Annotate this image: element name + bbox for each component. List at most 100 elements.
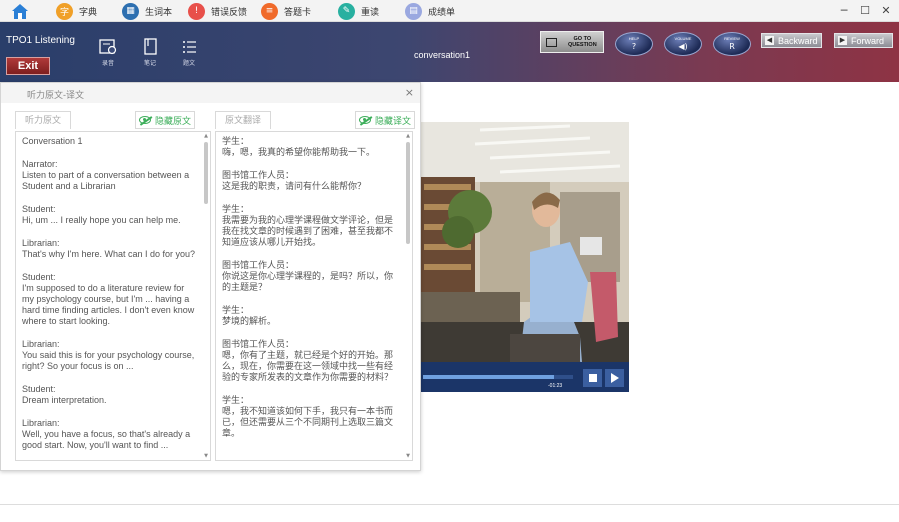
speaker-label: 学生： [222, 204, 250, 214]
dictionary-icon: 字 [56, 2, 73, 20]
speaker-label: 图书馆工作人员： [222, 260, 295, 270]
transcript-line: 你说这是你心理学课程的，是吗？所以，你的主题是？ [222, 271, 394, 292]
transcript-paragraph: Librarian: You said this is for your psyc… [22, 339, 198, 372]
app-window: 字字典 ▦ 生词本! 错误反馈 ≡ 答题卡 ✎ 重读 ▤ 成绩单 ─ ☐ ✕ TPO1 Liste… [0, 0, 899, 522]
transcript-line: Listen to part of a conversation between… [22, 170, 190, 191]
translation-text: 学生： 嗨，嗯，我真的希望你能帮助我一下。 图书馆工作人员： 这是我的职责，请问有什么… [222, 136, 400, 451]
transcript-icon: ▤ [405, 2, 422, 20]
go-to-question-button[interactable]: GO TO QUESTION [540, 31, 604, 53]
app-tab-label: 生词本 [145, 6, 173, 17]
stop-button[interactable] [583, 369, 602, 387]
transcript-line: I'm supposed to do a literature review f… [22, 283, 195, 326]
go-to-question-icon [546, 37, 557, 47]
notes-label: 笔记 [143, 61, 156, 67]
hide-eye-icon [138, 116, 151, 124]
transcript-line: 嗯，我不知道该如何下手，我只有一本书而已，但还需要从三个不同期刊上选取三篇文章。 [222, 406, 394, 438]
transcript-line: That's why I'm here. What can I do for y… [22, 249, 196, 259]
backward-button[interactable]: ◀ Backward [761, 33, 822, 48]
app-tab[interactable]: ≡ 答题卡 [261, 2, 311, 20]
answer-card-icon: ≡ [261, 2, 278, 20]
scroll-up-icon[interactable]: ▲ [405, 133, 411, 139]
help-icon: ? [631, 42, 637, 51]
translation-scrollbar[interactable] [406, 142, 410, 244]
transcript-paragraph: 学生： 嗯，我不知道该如何下手，我只有一本书而已，但还需要从三个不同期刊上选取三篇… [222, 395, 400, 439]
test-header: TPO1 Listening Exit 录音 笔记 题文 conversatio… [0, 22, 899, 82]
help-button[interactable]: HELP ? [615, 32, 653, 56]
play-button[interactable] [605, 369, 624, 387]
error-feedback-icon: ! [188, 2, 205, 20]
transcript-line: Dream interpretation. [22, 395, 107, 405]
speaker-label: 图书馆工作人员： [222, 339, 295, 349]
play-icon [611, 373, 619, 383]
volume-button[interactable]: VOLUME ◀) [664, 32, 702, 56]
dialog-close-button[interactable]: × [405, 86, 414, 99]
app-tab-label: 答题卡 [284, 6, 312, 17]
hide-translation-label: 隐藏译文 [374, 115, 411, 126]
speaker-label: 图书馆工作人员： [222, 170, 295, 180]
divider [0, 504, 899, 505]
scroll-up-icon[interactable]: ▲ [203, 133, 209, 139]
recorder-label: 录音 [101, 61, 114, 67]
speaker-label: Student: [22, 272, 56, 282]
translation-text-pane[interactable]: 学生： 嗨，嗯，我真的希望你能帮助我一下。 图书馆工作人员： 这是我的职责，请问有什么… [215, 131, 413, 461]
transcript-paragraph: Librarian: That's why I'm here. What can … [22, 238, 198, 260]
exit-button[interactable]: Exit [6, 57, 50, 75]
app-tab[interactable]: ! 错误反馈 [188, 2, 247, 20]
hide-original-label: 隐藏原文 [154, 115, 191, 126]
video-controls: -01:23 [420, 362, 629, 392]
transcript-paragraph: Student: Hi, um ... I really hope you can… [22, 204, 198, 226]
review-button[interactable]: REVIEW R [713, 32, 751, 56]
original-tab[interactable]: 听力原文 [15, 111, 71, 129]
speaker-label: Student: [22, 384, 56, 394]
scroll-down-icon[interactable]: ▼ [405, 453, 411, 459]
question-text-label: 题文 [182, 61, 195, 67]
transcript-paragraph: 学生： 我需要为我的心理学课程做文学评论，但是我在找文章的时候遇到了困难，甚至我都… [222, 204, 400, 248]
speaker-label: 学生： [222, 305, 250, 315]
speaker-label: 学生： [222, 136, 250, 146]
transcript-paragraph: 图书馆工作人员： 这是我的职责，请问有什么能帮你？ [222, 170, 400, 192]
recorder-button[interactable]: 录音 [96, 38, 120, 67]
transcript-line: 梦境的解析。 [222, 316, 277, 326]
transcript-paragraph: Conversation 1 [22, 136, 198, 147]
transcript-line: 嗨，嗯，我真的希望你能帮助我一下。 [222, 147, 376, 157]
volume-label: VOLUME [674, 36, 692, 41]
translation-tab[interactable]: 原文翻译 [215, 111, 271, 129]
hide-eye-icon [358, 116, 371, 124]
notes-button[interactable]: 笔记 [138, 38, 162, 67]
review-icon: R [729, 42, 735, 51]
transcript-paragraph: Librarian: Well, you have a focus, so tha… [22, 418, 198, 451]
minimize-button[interactable]: ─ [836, 3, 852, 19]
scroll-down-icon[interactable]: ▼ [203, 453, 209, 459]
app-tab[interactable]: ✎ 重读 [338, 2, 379, 20]
home-icon[interactable] [10, 2, 30, 20]
hide-translation-button[interactable]: 隐藏译文 [355, 111, 415, 129]
forward-button[interactable]: ▶ Forward [834, 33, 893, 48]
speaker-label: 学生： [222, 395, 250, 405]
video-time: -01:23 [548, 383, 563, 389]
transcript-dialog: 听力原文-译文 × 听力原文 隐藏原文 原文翻译 隐藏译文 Conversati… [0, 82, 421, 471]
transcript-paragraph: 图书馆工作人员： 你说这是你心理学课程的，是吗？所以，你的主题是？ [222, 260, 400, 293]
question-text-button[interactable]: 题文 [177, 38, 201, 67]
transcript-paragraph: Narrator: Listen to part of a conversatio… [22, 159, 198, 192]
stop-icon [588, 374, 597, 382]
app-tab[interactable]: 字字典 [56, 2, 97, 20]
maximize-button[interactable]: ☐ [857, 3, 873, 19]
speaker-label: Librarian: [22, 418, 60, 428]
backward-icon: ◀ [765, 36, 774, 45]
speaker-label: Librarian: [22, 238, 60, 248]
forward-label: Forward [851, 35, 885, 46]
speaker-label: Narrator: [22, 159, 58, 169]
lecture-video[interactable] [420, 122, 629, 362]
volume-icon: ◀) [678, 42, 688, 51]
video-progress-track[interactable] [423, 375, 573, 379]
original-text-pane[interactable]: Conversation 1 Narrator: Listen to part of… [15, 131, 211, 461]
original-scrollbar[interactable] [204, 142, 208, 204]
app-tab-label: 错误反馈 [211, 6, 248, 17]
app-tab[interactable]: ▦ 生词本 [122, 2, 172, 20]
transcript-paragraph: 图书馆工作人员： 嗯，你有了主题，就已经是个好的开始。那么，现在，你需要在这一领域… [222, 339, 400, 383]
app-tab[interactable]: ▤ 成绩单 [405, 2, 455, 20]
hide-original-button[interactable]: 隐藏原文 [135, 111, 195, 129]
app-tab-label: 成绩单 [428, 6, 456, 17]
close-window-button[interactable]: ✕ [878, 3, 894, 19]
transcript-line: 我需要为我的心理学课程做文学评论，但是我在找文章的时候遇到了困难，甚至我都不知道… [222, 215, 394, 247]
